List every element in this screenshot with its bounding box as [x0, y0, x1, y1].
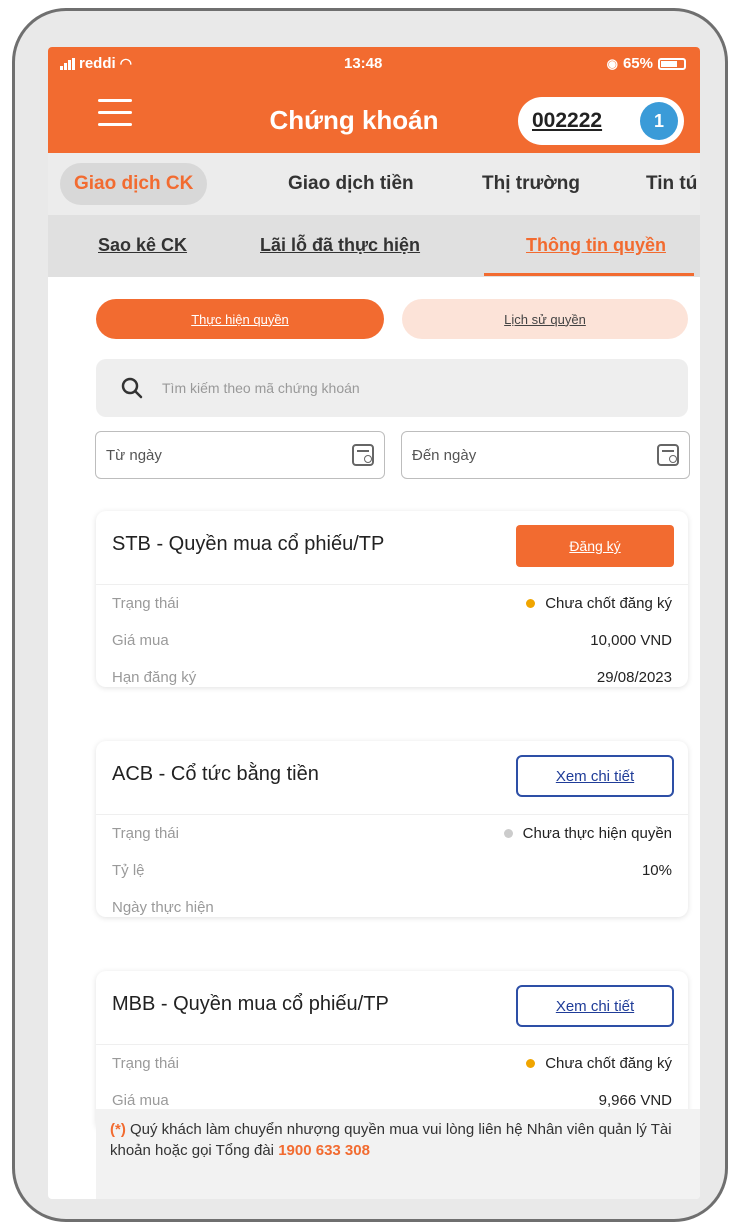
status-time: 13:48 [344, 55, 383, 72]
status-dot-icon [526, 599, 536, 608]
card-row: Trạng thái Chưa chốt đăng ký [96, 1045, 688, 1082]
row-value: 29/08/2023 [596, 669, 672, 686]
status-text: Chưa thực hiện quyền [522, 825, 672, 842]
status-dot-icon [526, 1059, 536, 1068]
row-value: 10,000 VND [590, 632, 672, 649]
active-tab-indicator [484, 273, 694, 276]
card-header: MBB - Quyền mua cổ phiếu/TP Xem chi tiết [96, 971, 688, 1045]
card-row: Ngày thực hiện [96, 889, 688, 926]
carrier-name: reddi [79, 55, 116, 72]
row-label: Trạng thái [112, 1055, 179, 1072]
to-date-placeholder: Đến ngày [412, 446, 477, 464]
tab-thi-truong[interactable]: Thị trường [482, 163, 580, 205]
battery-percent: 65% [622, 55, 653, 72]
battery-icon [658, 57, 686, 70]
segment-thuc-hien-quyen[interactable]: Thực hiện quyền [96, 299, 384, 339]
register-button[interactable]: Đăng ký [516, 525, 674, 567]
row-value: 10% [641, 862, 672, 879]
row-value: Chưa chốt đăng ký [526, 1055, 672, 1072]
hotline-link[interactable]: 1900 633 308 [278, 1142, 370, 1159]
tab-lai-lo[interactable]: Lãi lỗ đã thực hiện [260, 235, 420, 256]
signal-icon [60, 57, 75, 70]
card-header: ACB - Cổ tức bằng tiền Xem chi tiết [96, 741, 688, 815]
carrier-indicator: reddi ◠ [60, 55, 132, 72]
footer-text: Quý khách làm chuyển nhượng quyền mua vu… [110, 1121, 672, 1159]
battery-indicator: ◉ 65% [607, 55, 686, 72]
card-row: Giá mua 10,000 VND [96, 622, 688, 659]
secondary-tabs: Sao kê CK Lãi lỗ đã thực hiện Thông tin … [48, 215, 700, 277]
menu-icon-line [98, 99, 132, 102]
status-bar: reddi ◠ 13:48 ◉ 65% [48, 53, 700, 79]
status-text: Chưa chốt đăng ký [545, 1055, 672, 1072]
account-selector[interactable]: 002222 1 [518, 97, 684, 145]
footer-note: (*) Quý khách làm chuyển nhượng quyền mu… [96, 1109, 700, 1199]
tab-sao-ke-ck[interactable]: Sao kê CK [98, 235, 187, 256]
row-label: Giá mua [112, 1092, 169, 1109]
footer-marker: (*) [110, 1121, 126, 1138]
segment-lich-su-quyen[interactable]: Lịch sử quyền [402, 299, 688, 339]
view-detail-button[interactable]: Xem chi tiết [516, 755, 674, 797]
card-title: MBB - Quyền mua cổ phiếu/TP [112, 993, 389, 1015]
tab-giao-dich-tien[interactable]: Giao dịch tiền [288, 163, 414, 205]
row-label: Giá mua [112, 632, 169, 649]
card-row: Trạng thái Chưa chốt đăng ký [96, 585, 688, 622]
row-label: Hạn đăng ký [112, 669, 197, 686]
tab-thong-tin-quyen[interactable]: Thông tin quyền [526, 235, 666, 256]
calendar-icon[interactable] [352, 444, 374, 466]
row-label: Ngày thực hiện [112, 899, 214, 916]
rights-card: STB - Quyền mua cổ phiếu/TP Đăng ký Trạn… [96, 511, 688, 687]
status-text: Chưa chốt đăng ký [545, 595, 672, 612]
card-title: ACB - Cổ tức bằng tiền [112, 763, 319, 785]
card-header: STB - Quyền mua cổ phiếu/TP Đăng ký [96, 511, 688, 585]
to-date-field[interactable]: Đến ngày [401, 431, 690, 479]
row-label: Tỷ lệ [112, 862, 145, 879]
search-input[interactable] [162, 380, 642, 396]
row-value: Chưa thực hiện quyền [503, 825, 672, 842]
alarm-icon: ◉ [606, 55, 618, 71]
card-title: STB - Quyền mua cổ phiếu/TP [112, 533, 385, 555]
notification-badge[interactable]: 1 [640, 102, 678, 140]
search-icon [121, 377, 143, 399]
status-dot-icon [503, 829, 513, 838]
calendar-icon[interactable] [657, 444, 679, 466]
rights-card: ACB - Cổ tức bằng tiền Xem chi tiết Trạn… [96, 741, 688, 917]
screen: reddi ◠ 13:48 ◉ 65% Chứng khoán 002222 1 [48, 47, 700, 1199]
primary-tabs: Giao dịch CK Giao dịch tiền Thị trường T… [48, 153, 700, 215]
card-row: Trạng thái Chưa thực hiện quyền [96, 815, 688, 852]
tab-giao-dich-ck[interactable]: Giao dịch CK [60, 163, 208, 205]
from-date-field[interactable]: Từ ngày [95, 431, 385, 479]
row-label: Trạng thái [112, 825, 179, 842]
row-label: Trạng thái [112, 595, 179, 612]
card-row: Hạn đăng ký 29/08/2023 [96, 659, 688, 696]
rights-card: MBB - Quyền mua cổ phiếu/TP Xem chi tiết… [96, 971, 688, 1131]
row-value: 9,966 VND [598, 1092, 672, 1109]
app-header: reddi ◠ 13:48 ◉ 65% Chứng khoán 002222 1 [48, 47, 700, 153]
account-number: 002222 [532, 109, 603, 132]
from-date-placeholder: Từ ngày [106, 446, 162, 464]
card-row: Tỷ lệ 10% [96, 852, 688, 889]
row-value: Chưa chốt đăng ký [526, 595, 672, 612]
wifi-icon: ◠ [119, 55, 132, 71]
search-bar [96, 359, 688, 417]
phone-frame: reddi ◠ 13:48 ◉ 65% Chứng khoán 002222 1 [12, 8, 728, 1222]
view-detail-button[interactable]: Xem chi tiết [516, 985, 674, 1027]
tab-tin-tuc[interactable]: Tin tú [646, 163, 697, 205]
